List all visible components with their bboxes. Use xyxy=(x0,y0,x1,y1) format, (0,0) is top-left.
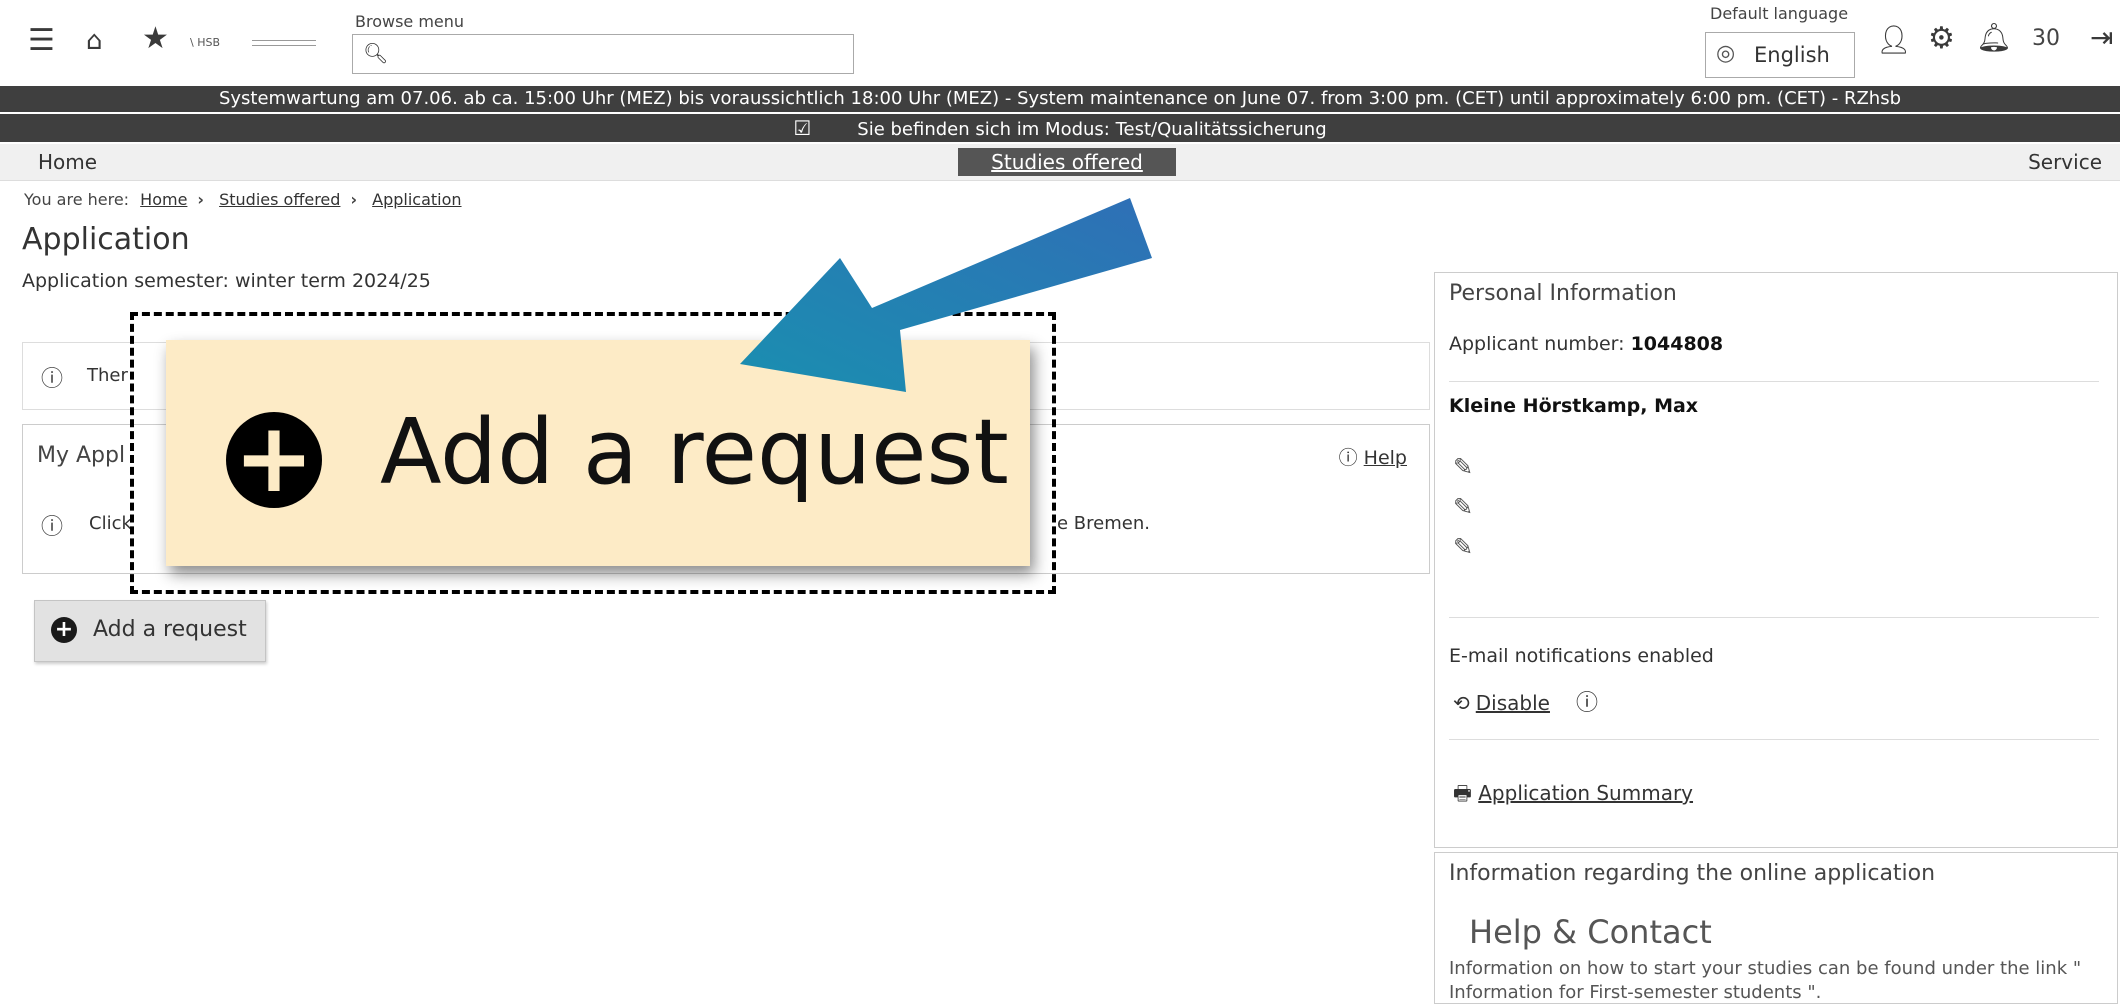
help-contact-heading: Help & Contact xyxy=(1469,913,1712,951)
online-application-info-panel: Information regarding the online applica… xyxy=(1434,852,2118,1004)
zoom-callout-label: Add a request xyxy=(380,400,1009,505)
pencil-icon[interactable]: ✎ xyxy=(1453,533,1473,561)
applicant-number-label: Applicant number: xyxy=(1449,333,1625,355)
nav-service[interactable]: Service xyxy=(2028,150,2102,174)
logo[interactable]: \ HSB xyxy=(190,36,220,49)
chevron-right-icon: › xyxy=(197,190,205,209)
info-icon: ⓘ xyxy=(41,367,64,392)
logo-divider xyxy=(252,40,316,46)
add-request-label: Add a request xyxy=(93,617,247,642)
nav-home[interactable]: Home xyxy=(38,150,97,174)
info-icon: ⓘ xyxy=(1338,447,1358,469)
online-application-info-title: Information regarding the online applica… xyxy=(1449,861,1936,886)
plus-circle-icon: + xyxy=(51,617,77,643)
top-header: ☰ ⌂ ★ \ HSB Browse menu 🔍︎ Default langu… xyxy=(0,0,2120,84)
browse-menu-label: Browse menu xyxy=(355,12,465,31)
menu-icon[interactable]: ☰ xyxy=(28,26,55,56)
language-value: English xyxy=(1754,43,1830,67)
globe-icon: ◎ xyxy=(1716,41,1736,66)
language-select[interactable]: ◎ English xyxy=(1705,32,1855,78)
applicant-number-value: 1044808 xyxy=(1630,333,1724,355)
disable-label[interactable]: Disable xyxy=(1476,691,1550,715)
gear-icon[interactable]: ⚙ xyxy=(1928,24,1955,54)
application-summary-link[interactable]: 🖶 Application Summary xyxy=(1453,779,1693,813)
default-language-label: Default language xyxy=(1710,4,1849,23)
search-icon: 🔍︎ xyxy=(363,41,389,65)
info-icon: ⓘ xyxy=(41,515,64,540)
divider xyxy=(1449,381,2099,382)
application-summary-label[interactable]: Application Summary xyxy=(1478,781,1693,805)
notice-text: Ther xyxy=(87,365,128,386)
chevron-right-icon: › xyxy=(350,190,358,209)
nav-studies-offered[interactable]: Studies offered xyxy=(958,148,1176,176)
maintenance-banner: Systemwartung am 07.06. ab ca. 15:00 Uhr… xyxy=(0,86,2120,112)
notification-count[interactable]: 30 xyxy=(2032,26,2060,51)
breadcrumb-home[interactable]: Home xyxy=(140,190,187,209)
divider xyxy=(1449,739,2099,740)
click-text: Click xyxy=(89,513,132,534)
help-label[interactable]: Help xyxy=(1364,447,1407,469)
mode-banner: ☑ Sie befinden sich im Modus: Test/Qualit… xyxy=(0,114,2120,142)
breadcrumb-prefix: You are here: xyxy=(24,190,130,209)
personal-information-panel: Personal Information Applicant number: 1… xyxy=(1434,272,2118,848)
search-input[interactable]: 🔍︎ xyxy=(352,34,854,74)
page-title: Application xyxy=(22,222,190,257)
pointer-arrow-icon xyxy=(740,198,1152,392)
star-icon[interactable]: ★ xyxy=(142,24,169,54)
user-icon[interactable]: 👤︎ xyxy=(1876,26,1912,54)
checkbox-icon: ☑ xyxy=(793,116,812,140)
personal-information-title: Personal Information xyxy=(1449,281,1677,306)
breadcrumb-application[interactable]: Application xyxy=(372,190,461,209)
undo-icon: ⟲ xyxy=(1453,691,1470,715)
mode-text: Sie befinden sich im Modus: Test/Qualitä… xyxy=(857,119,1327,140)
bell-icon[interactable]: 🔔︎ xyxy=(1976,24,2012,52)
plus-circle-icon: + xyxy=(226,410,322,508)
disable-notifications-link[interactable]: ⟲ Disable ⓘ xyxy=(1453,685,1598,717)
help-contact-text: Information on how to start your studies… xyxy=(1449,958,2082,1003)
pencil-icon[interactable]: ✎ xyxy=(1453,493,1473,521)
add-request-button[interactable]: + Add a request xyxy=(34,600,266,662)
info-icon[interactable]: ⓘ xyxy=(1576,691,1598,716)
logout-icon[interactable]: ⇥ xyxy=(2090,24,2113,52)
help-link[interactable]: ⓘ Help xyxy=(1339,443,1407,470)
pencil-icon[interactable]: ✎ xyxy=(1453,453,1473,481)
printer-icon: 🖶 xyxy=(1453,781,1472,805)
breadcrumb: You are here: Home › Studies offered › App… xyxy=(24,190,468,209)
divider xyxy=(1449,617,2099,618)
application-semester: Application semester: winter term 2024/2… xyxy=(22,270,431,292)
home-icon[interactable]: ⌂ xyxy=(86,28,103,54)
breadcrumb-studies[interactable]: Studies offered xyxy=(219,190,340,209)
main-nav: Home Studies offered Service xyxy=(0,144,2120,181)
applicant-number: Applicant number: 1044808 xyxy=(1449,333,1723,355)
click-text-suffix: e Bremen. xyxy=(1057,513,1150,534)
applicant-name: Kleine Hörstkamp, Max xyxy=(1449,395,1699,417)
my-applications-title: My Appl xyxy=(37,443,126,468)
email-notifications-status: E-mail notifications enabled xyxy=(1449,645,1714,667)
